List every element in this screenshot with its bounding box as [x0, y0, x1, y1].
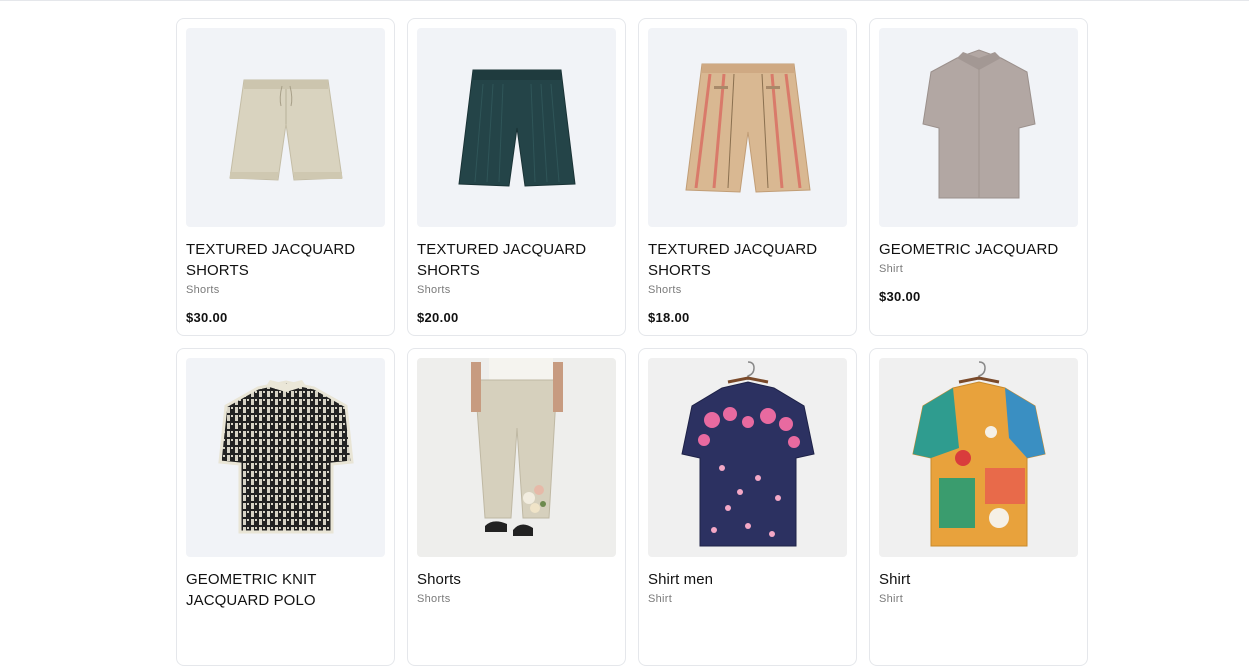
- product-name[interactable]: TEXTURED JACQUARD SHORTS: [186, 239, 385, 281]
- dark-green-shorts-image[interactable]: [417, 28, 616, 227]
- product-card[interactable]: TEXTURED JACQUARD SHORTS Shorts $30.00: [176, 18, 395, 336]
- product-price: $20.00: [417, 310, 459, 325]
- product-card[interactable]: GEOMETRIC KNIT JACQUARD POLO: [176, 348, 395, 666]
- product-price: $30.00: [186, 310, 228, 325]
- product-category: Shorts: [417, 284, 451, 296]
- product-name[interactable]: Shirt: [879, 569, 1078, 590]
- product-card[interactable]: Shorts Shorts: [407, 348, 626, 666]
- top-divider: [0, 0, 1249, 1]
- product-grid: TEXTURED JACQUARD SHORTS Shorts $30.00 T…: [176, 18, 1088, 666]
- product-category: Shorts: [648, 284, 682, 296]
- product-name[interactable]: Shirt men: [648, 569, 847, 590]
- striped-shorts-image[interactable]: [648, 28, 847, 227]
- product-category: Shirt: [879, 263, 904, 275]
- product-price: $18.00: [648, 310, 690, 325]
- product-name[interactable]: TEXTURED JACQUARD SHORTS: [417, 239, 616, 281]
- beige-shorts-image[interactable]: [186, 28, 385, 227]
- floral-trousers-image[interactable]: [417, 358, 616, 557]
- floral-navy-shirt-image[interactable]: [648, 358, 847, 557]
- product-price: $30.00: [879, 289, 921, 304]
- product-card[interactable]: TEXTURED JACQUARD SHORTS Shorts $20.00: [407, 18, 626, 336]
- product-name[interactable]: TEXTURED JACQUARD SHORTS: [648, 239, 847, 281]
- product-card[interactable]: GEOMETRIC JACQUARD Shirt $30.00: [869, 18, 1088, 336]
- product-card[interactable]: Shirt men Shirt: [638, 348, 857, 666]
- knit-polo-image[interactable]: [186, 358, 385, 557]
- product-name[interactable]: Shorts: [417, 569, 616, 590]
- taupe-shirt-image[interactable]: [879, 28, 1078, 227]
- colorful-shirt-image[interactable]: [879, 358, 1078, 557]
- product-card[interactable]: Shirt Shirt: [869, 348, 1088, 666]
- product-name[interactable]: GEOMETRIC KNIT JACQUARD POLO: [186, 569, 385, 611]
- product-category: Shorts: [186, 284, 220, 296]
- product-card[interactable]: TEXTURED JACQUARD SHORTS Shorts $18.00: [638, 18, 857, 336]
- product-name[interactable]: GEOMETRIC JACQUARD: [879, 239, 1078, 260]
